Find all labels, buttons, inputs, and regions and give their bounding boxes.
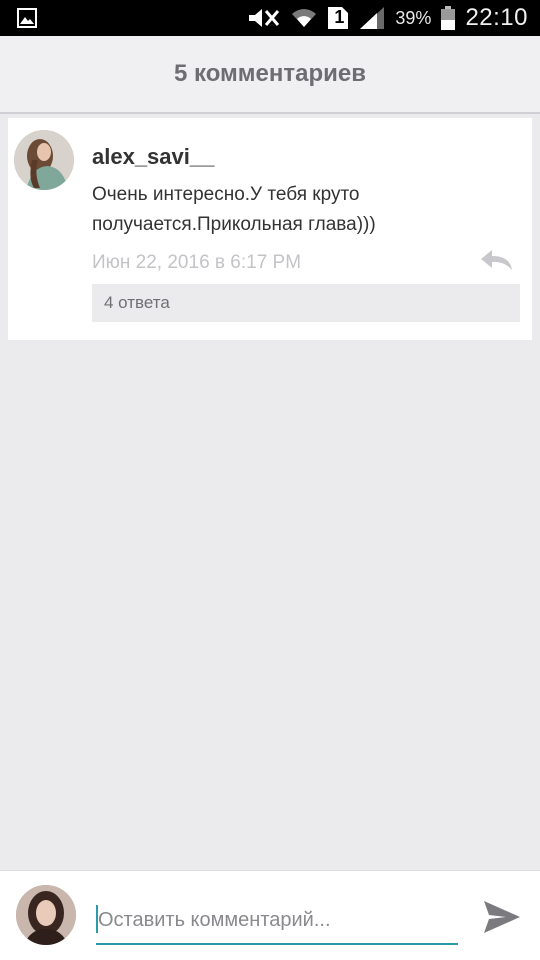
- comment-input[interactable]: [96, 897, 458, 945]
- comment-text: Очень интересно.У тебя круто получается.…: [92, 184, 376, 235]
- send-icon[interactable]: [482, 897, 522, 937]
- clock: 22:10: [465, 4, 528, 31]
- page-title: 5 комментариев: [173, 60, 367, 87]
- reply-icon[interactable]: [480, 248, 514, 274]
- status-bar: 1 39% 22:10: [0, 0, 540, 36]
- sim-icon: 1: [327, 6, 349, 30]
- avatar[interactable]: [14, 130, 74, 190]
- signal-icon: [359, 6, 385, 30]
- comment-author[interactable]: alex_savi__: [92, 144, 214, 170]
- header: 5 комментариев: [0, 36, 540, 114]
- replies-label: 4 ответа: [104, 293, 170, 312]
- battery-icon: [441, 6, 456, 30]
- text-caret: [96, 905, 98, 933]
- comment-timestamp: Июн 22, 2016 в 6:17 PM: [92, 252, 302, 273]
- comment-composer: [0, 870, 540, 960]
- comment-card: alex_savi__ Очень интересно.У тебя круто…: [8, 118, 532, 340]
- gallery-icon: [16, 7, 38, 29]
- wifi-icon: [291, 7, 317, 29]
- user-avatar: [16, 885, 76, 945]
- battery-percent: 39%: [395, 7, 432, 28]
- replies-button[interactable]: 4 ответа: [92, 284, 520, 322]
- mute-icon: [247, 7, 281, 29]
